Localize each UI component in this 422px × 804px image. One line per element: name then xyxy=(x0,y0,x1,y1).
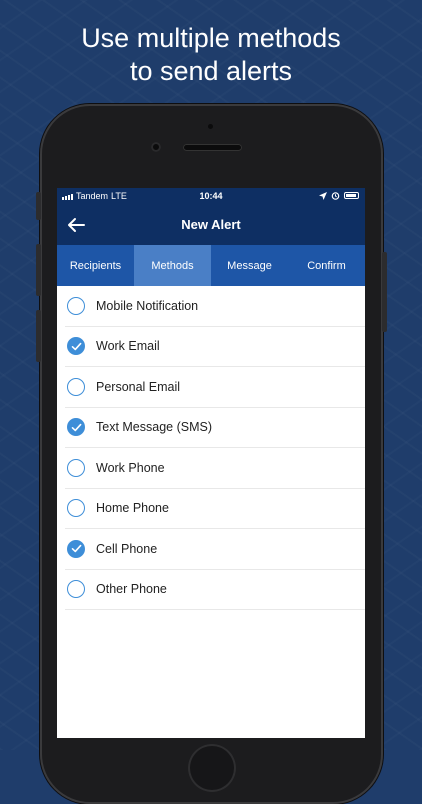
earpiece-speaker xyxy=(183,144,242,151)
method-cell-phone[interactable]: Cell Phone xyxy=(65,529,365,570)
front-camera xyxy=(151,142,161,152)
headline-line-1: Use multiple methods xyxy=(81,23,341,53)
home-button xyxy=(188,744,236,792)
volume-up-button xyxy=(36,244,41,296)
status-bar: Tandem LTE 10:44 xyxy=(57,188,365,205)
method-label: Mobile Notification xyxy=(96,298,199,313)
method-label: Work Phone xyxy=(96,460,165,475)
method-work-email[interactable]: Work Email xyxy=(65,327,365,367)
tab-confirm[interactable]: Confirm xyxy=(288,245,365,286)
checked-circle-icon[interactable] xyxy=(67,337,85,356)
checked-circle-icon[interactable] xyxy=(67,539,85,558)
unchecked-circle-icon[interactable] xyxy=(67,499,85,518)
method-label: Cell Phone xyxy=(96,541,158,556)
alarm-icon xyxy=(331,192,340,200)
back-arrow-icon[interactable] xyxy=(67,216,85,234)
tab-message[interactable]: Message xyxy=(211,245,288,286)
method-home-phone[interactable]: Home Phone xyxy=(65,489,365,529)
mute-switch xyxy=(36,192,41,220)
promo-headline: Use multiple methods to send alerts xyxy=(0,22,422,88)
method-label: Other Phone xyxy=(96,582,167,597)
method-work-phone[interactable]: Work Phone xyxy=(65,448,365,489)
method-mobile-notification[interactable]: Mobile Notification xyxy=(65,286,365,327)
method-label: Work Email xyxy=(96,339,160,354)
tab-recipients[interactable]: Recipients xyxy=(57,245,134,286)
location-icon xyxy=(319,191,327,200)
headline-line-2: to send alerts xyxy=(129,56,293,86)
methods-list: Mobile Notification Work Email Personal … xyxy=(57,286,365,610)
status-bar-right xyxy=(319,191,359,200)
method-label: Personal Email xyxy=(96,379,181,394)
power-button xyxy=(382,252,387,332)
proximity-sensor xyxy=(208,124,213,129)
checked-circle-icon[interactable] xyxy=(67,418,85,437)
unchecked-circle-icon[interactable] xyxy=(67,296,85,315)
nav-bar: New Alert xyxy=(57,205,365,245)
method-label: Home Phone xyxy=(96,501,169,516)
method-other-phone[interactable]: Other Phone xyxy=(65,570,365,610)
page-title: New Alert xyxy=(181,217,241,232)
method-text-message[interactable]: Text Message (SMS) xyxy=(65,408,365,448)
unchecked-circle-icon[interactable] xyxy=(67,580,85,599)
volume-down-button xyxy=(36,310,41,362)
unchecked-circle-icon[interactable] xyxy=(67,377,85,396)
wizard-tabs: Recipients Methods Message Confirm xyxy=(57,245,365,286)
unchecked-circle-icon[interactable] xyxy=(67,458,85,477)
phone-screen: Tandem LTE 10:44 New Alert Recipients Me… xyxy=(57,188,365,738)
battery-icon xyxy=(344,192,359,199)
method-label: Text Message (SMS) xyxy=(96,420,213,435)
method-personal-email[interactable]: Personal Email xyxy=(65,367,365,408)
tab-methods[interactable]: Methods xyxy=(134,245,211,286)
